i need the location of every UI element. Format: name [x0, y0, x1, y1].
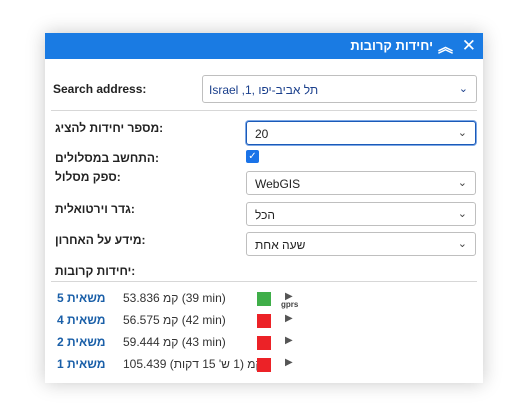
- unit-name-link[interactable]: משאית 2: [57, 335, 105, 349]
- chevron-down-icon: ⌄: [457, 238, 467, 250]
- unit-name-link[interactable]: משאית 4: [57, 313, 105, 327]
- unit-distance: 105.439 קמ (1 ש' 15 דקות): [123, 357, 263, 371]
- divider: [51, 281, 477, 282]
- route-provider-value: WebGIS: [255, 177, 301, 191]
- status-indicator: [257, 314, 271, 328]
- virtual-fence-select[interactable]: הכל ⌄: [246, 202, 476, 226]
- play-icon[interactable]: ▶: [285, 335, 293, 346]
- nearby-units-panel: יחידות קרובות ︽ ✕ Search address: Israel…: [45, 33, 483, 383]
- last-info-label: מידע על האחרון:: [55, 233, 146, 247]
- unit-row: משאית 5 53.836 קמ (39 min) ▶ gprs: [57, 291, 477, 309]
- close-icon[interactable]: ✕: [462, 36, 476, 56]
- calc-routes-checkbox[interactable]: ✓: [246, 150, 259, 163]
- collapse-icon[interactable]: ︽: [438, 36, 453, 57]
- play-icon[interactable]: ▶: [285, 313, 293, 324]
- status-indicator: [257, 292, 271, 306]
- virtual-fence-label: גדר וירטואלית:: [55, 202, 135, 216]
- chevron-down-icon: ⌄: [458, 83, 468, 95]
- unit-row: משאית 2 59.444 קמ (43 min) ▶: [57, 335, 477, 351]
- search-address-value: Israel ,1, תל אביב-יפו: [209, 83, 319, 97]
- units-count-value: 20: [255, 127, 269, 141]
- unit-distance: 59.444 קמ (43 min): [123, 335, 226, 349]
- units-count-select[interactable]: 20 ⌄: [246, 121, 476, 145]
- status-indicator: [257, 358, 271, 372]
- search-address-label: Search address:: [53, 82, 147, 96]
- gprs-label: gprs: [281, 300, 299, 309]
- virtual-fence-value: הכל: [255, 208, 276, 222]
- unit-row: משאית 4 56.575 קמ (42 min) ▶: [57, 313, 477, 329]
- unit-distance: 53.836 קמ (39 min): [123, 291, 226, 305]
- last-info-select[interactable]: שעה אחת ⌄: [246, 232, 476, 256]
- panel-title: יחידות קרובות: [350, 38, 433, 53]
- nearby-units-label: יחידות קרובות:: [55, 264, 136, 278]
- chevron-down-icon: ⌄: [457, 127, 467, 139]
- last-info-value: שעה אחת: [255, 238, 306, 252]
- unit-row: משאית 1 105.439 קמ (1 ש' 15 דקות) ▶: [57, 357, 477, 373]
- route-provider-select[interactable]: WebGIS ⌄: [246, 171, 476, 195]
- search-address-input[interactable]: Israel ,1, תל אביב-יפו ⌄: [202, 75, 477, 103]
- units-count-label: מספר יחידות להציג:: [55, 121, 164, 135]
- divider: [51, 110, 477, 111]
- route-provider-label: ספק מסלול:: [55, 170, 121, 184]
- unit-name-link[interactable]: משאית 1: [57, 357, 105, 371]
- play-icon[interactable]: ▶: [285, 357, 293, 368]
- chevron-down-icon: ⌄: [457, 177, 467, 189]
- unit-distance: 56.575 קמ (42 min): [123, 313, 226, 327]
- status-indicator: [257, 336, 271, 350]
- chevron-down-icon: ⌄: [457, 208, 467, 220]
- unit-name-link[interactable]: משאית 5: [57, 291, 105, 305]
- calc-routes-label: התחשב במסלולים:: [55, 151, 159, 165]
- panel-titlebar: יחידות קרובות ︽ ✕: [45, 33, 483, 59]
